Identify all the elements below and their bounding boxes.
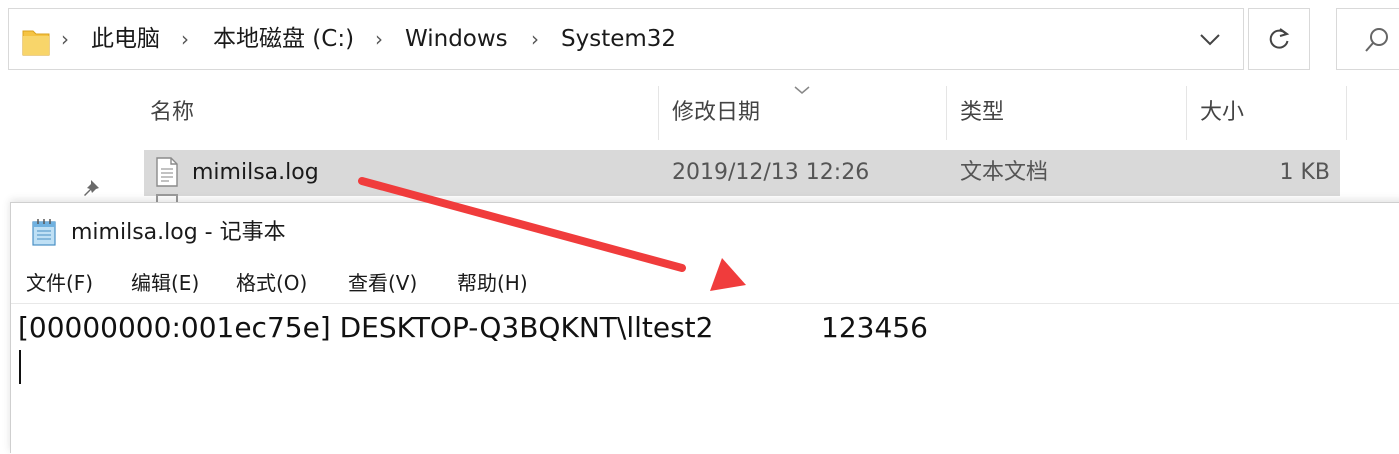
search-icon	[1365, 28, 1388, 52]
menu-help[interactable]: 帮助(H)	[457, 263, 528, 303]
breadcrumb-local-disk[interactable]: 本地磁盘 (C:)	[213, 9, 354, 69]
folder-icon	[22, 30, 50, 56]
column-header-name[interactable]: 名称	[150, 86, 194, 140]
log-entry-password: 123456	[821, 311, 928, 344]
file-modified-date: 2019/12/13 12:26	[672, 160, 870, 185]
menu-view[interactable]: 查看(V)	[348, 263, 417, 303]
chevron-right-icon: ›	[61, 27, 69, 51]
search-input[interactable]	[1336, 8, 1399, 70]
file-name: mimilsa.log	[192, 160, 319, 185]
window-title: mimilsa.log - 记事本	[71, 220, 286, 245]
file-explorer-window: › 此电脑 › 本地磁盘 (C:) › Windows › System32 名…	[0, 0, 1399, 204]
notepad-icon	[32, 219, 56, 246]
sort-chevron-icon	[794, 86, 810, 94]
text-caret	[19, 350, 21, 384]
menu-edit[interactable]: 编辑(E)	[131, 263, 199, 303]
breadcrumb-this-pc[interactable]: 此电脑	[91, 9, 160, 69]
chevron-right-icon: ›	[375, 27, 383, 51]
breadcrumb-system32[interactable]: System32	[561, 9, 676, 69]
file-type: 文本文档	[960, 160, 1049, 185]
refresh-icon	[1269, 28, 1290, 49]
log-entry-credential: [00000000:001ec75e] DESKTOP-Q3BQKNT\llte…	[18, 311, 714, 344]
column-divider[interactable]	[1186, 86, 1187, 140]
text-file-icon	[156, 157, 178, 187]
column-header-size[interactable]: 大小	[1200, 86, 1244, 140]
column-divider[interactable]	[658, 86, 659, 140]
refresh-button[interactable]	[1248, 8, 1310, 70]
column-header-modified[interactable]: 修改日期	[672, 86, 760, 140]
menu-format[interactable]: 格式(O)	[236, 263, 307, 303]
column-divider[interactable]	[1346, 86, 1347, 140]
chevron-right-icon: ›	[181, 27, 189, 51]
chevron-right-icon: ›	[531, 27, 539, 51]
chevron-down-icon[interactable]	[1199, 33, 1221, 47]
column-header-type[interactable]: 类型	[960, 86, 1004, 140]
pin-icon[interactable]	[82, 178, 102, 198]
breadcrumb-windows[interactable]: Windows	[405, 9, 508, 69]
file-size: 1 KB	[1279, 160, 1330, 185]
notepad-title-bar[interactable]: mimilsa.log - 记事本	[11, 203, 1399, 259]
text-editor-area[interactable]: [00000000:001ec75e] DESKTOP-Q3BQKNT\llte…	[11, 304, 1399, 454]
menu-file[interactable]: 文件(F)	[26, 263, 93, 303]
file-row-selected[interactable]: mimilsa.log 2019/12/13 12:26 文本文档 1 KB	[144, 150, 1340, 196]
column-divider[interactable]	[946, 86, 947, 140]
menu-bar: 文件(F) 编辑(E) 格式(O) 查看(V) 帮助(H)	[11, 263, 1399, 304]
address-bar[interactable]: › 此电脑 › 本地磁盘 (C:) › Windows › System32	[8, 8, 1244, 70]
notepad-window: mimilsa.log - 记事本 文件(F) 编辑(E) 格式(O) 查看(V…	[10, 202, 1399, 454]
